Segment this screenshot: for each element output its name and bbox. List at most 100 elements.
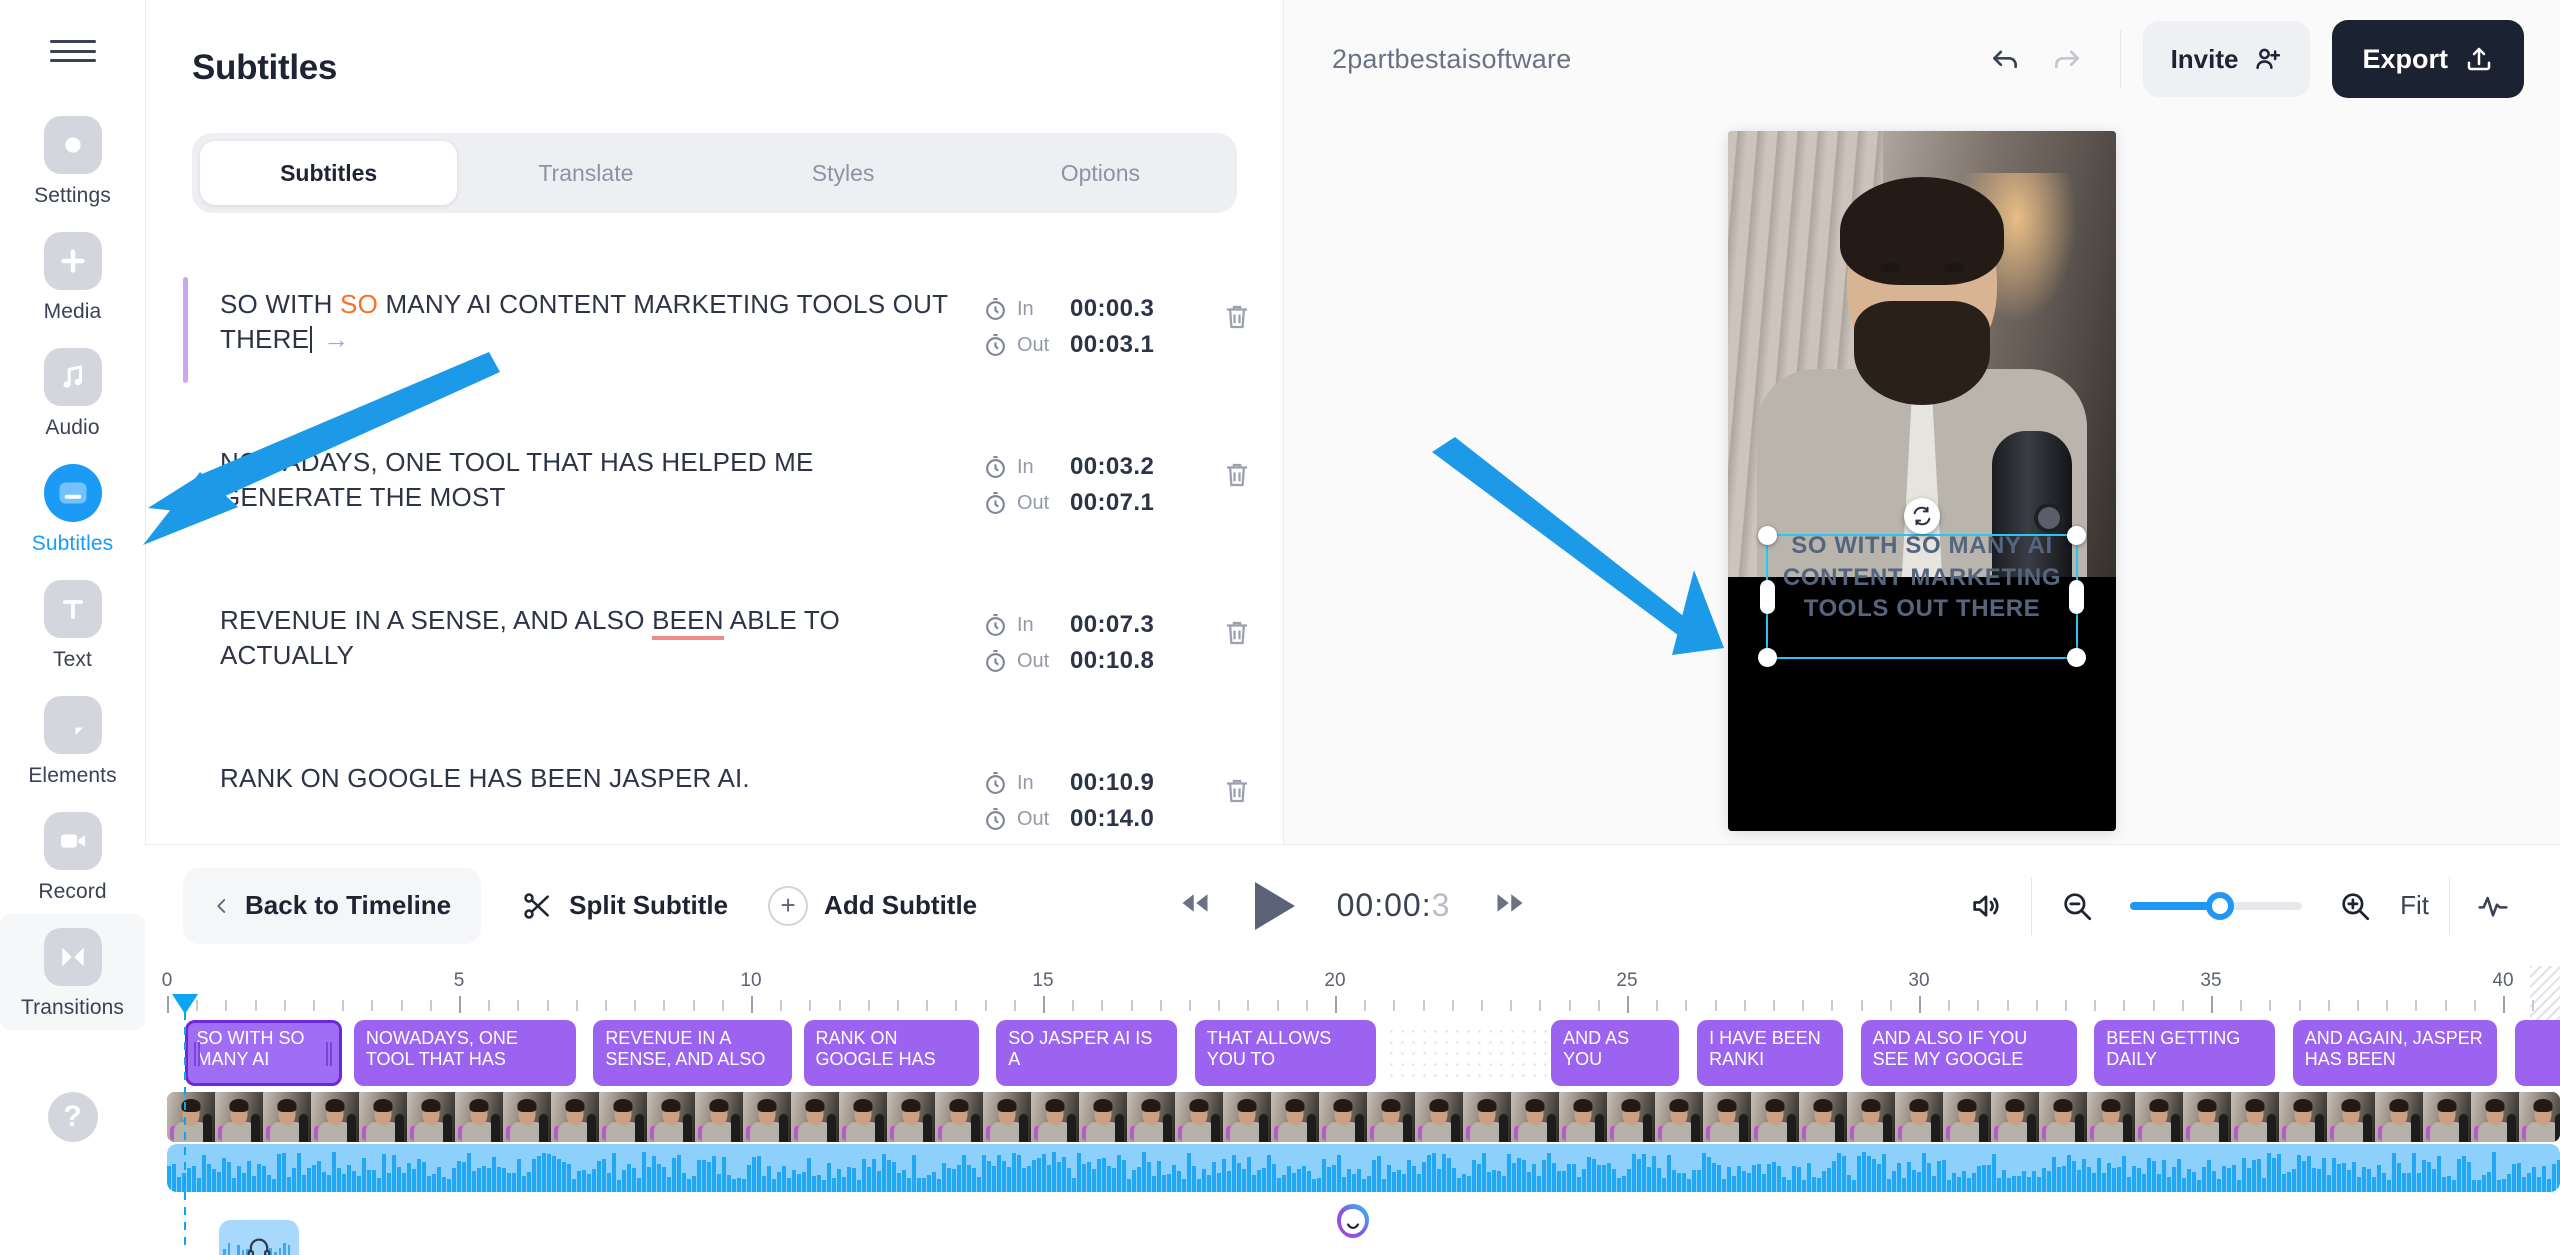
subtitle-clip[interactable]: AND AGAIN, JASPER HAS BEEN bbox=[2292, 1020, 2497, 1086]
subtitle-clip[interactable]: AND AS YOU bbox=[1551, 1020, 1680, 1086]
resize-handle-middle-right[interactable] bbox=[2069, 579, 2084, 614]
tab-translate[interactable]: Translate bbox=[457, 141, 714, 205]
timeline-ruler[interactable]: 0 5 10 15 20 25 30 35 40 bbox=[162, 966, 2560, 1020]
panel-tabs: Subtitles Translate Styles Options bbox=[192, 133, 1237, 213]
zoom-slider-knob[interactable] bbox=[2205, 891, 2234, 920]
subtitle-clip[interactable]: RANK ON GOOGLE HAS bbox=[803, 1020, 979, 1086]
waveform-bar bbox=[2327, 1175, 2331, 1192]
delete-subtitle-button[interactable] bbox=[1191, 277, 1283, 333]
video-thumbnail bbox=[791, 1092, 839, 1142]
subtitle-track[interactable]: SO WITH SO MANY AI NOWADAYS, ONE TOOL THA… bbox=[167, 1020, 2560, 1086]
resize-handle-top-left[interactable] bbox=[1758, 526, 1777, 545]
zoom-out-icon[interactable] bbox=[2046, 875, 2108, 937]
subtitle-clip[interactable]: SO JASPER AI IS A bbox=[996, 1020, 1178, 1086]
video-preview[interactable]: SO WITH SO MANY AI CONTENT MARKETING TOO… bbox=[1728, 131, 2116, 831]
time-in-value[interactable]: 00:00.3 bbox=[1070, 295, 1154, 323]
sidebar-item-text[interactable]: Text bbox=[0, 566, 145, 682]
subtitle-clip-label: AND AS YOU bbox=[1563, 1028, 1630, 1070]
rewind-icon[interactable] bbox=[1177, 888, 1213, 923]
sidebar-item-audio[interactable]: Audio bbox=[0, 334, 145, 450]
tab-styles[interactable]: Styles bbox=[715, 141, 972, 205]
timeline-end-hatch bbox=[2530, 966, 2560, 1020]
help-button[interactable]: ? bbox=[0, 1078, 145, 1152]
waveform-icon[interactable] bbox=[2462, 875, 2524, 937]
time-in-value[interactable]: 00:10.9 bbox=[1070, 769, 1154, 797]
subtitle-clip[interactable]: SO WITH SO MANY AI bbox=[184, 1020, 343, 1086]
sidebar-item-media[interactable]: Media bbox=[0, 218, 145, 334]
waveform-bar bbox=[2232, 1164, 2236, 1192]
subtitle-clip[interactable]: REVENUE IN A SENSE, AND ALSO bbox=[593, 1020, 792, 1086]
time-in-value[interactable]: 00:03.2 bbox=[1070, 453, 1154, 481]
tab-subtitles[interactable]: Subtitles bbox=[200, 141, 458, 205]
subtitle-clip[interactable]: AND ALSO IF YOU SEE MY GOOGLE bbox=[1860, 1020, 2077, 1086]
audio-track[interactable] bbox=[167, 1144, 2560, 1192]
sidebar-item-elements[interactable]: Elements bbox=[0, 682, 145, 798]
subtitle-text-editor[interactable]: RANK ON GOOGLE HAS BEEN JASPER AI. bbox=[188, 751, 983, 796]
sidebar-item-subtitles[interactable]: Subtitles bbox=[0, 450, 145, 566]
subtitle-row[interactable]: REVENUE IN A SENSE, AND ALSO BEEN ABLE T… bbox=[146, 567, 1283, 725]
resize-handle-bottom-left[interactable] bbox=[1758, 648, 1777, 667]
subtitle-text-editor[interactable]: SO WITH SO MANY AI CONTENT MARKETING TOO… bbox=[188, 277, 983, 357]
hamburger-icon[interactable] bbox=[49, 34, 96, 68]
zoom-in-icon[interactable] bbox=[2324, 875, 2386, 937]
sidebar-item-record[interactable]: Record bbox=[0, 798, 145, 914]
clip-trim-handle[interactable] bbox=[193, 1042, 201, 1066]
redo-arrow-icon[interactable] bbox=[2036, 28, 2098, 90]
waveform-bar bbox=[982, 1154, 986, 1192]
delete-subtitle-button[interactable] bbox=[1191, 593, 1283, 649]
waveform-bar bbox=[732, 1178, 736, 1192]
delete-subtitle-button[interactable] bbox=[1191, 751, 1283, 807]
waveform-bar bbox=[2212, 1171, 2216, 1192]
subtitle-clip[interactable] bbox=[2514, 1020, 2560, 1086]
subtitle-row[interactable]: SO WITH SO MANY AI CONTENT MARKETING TOO… bbox=[146, 251, 1283, 409]
subtitle-clip[interactable]: NOWADAYS, ONE TOOL THAT HAS bbox=[353, 1020, 576, 1086]
subtitle-clip[interactable]: THAT ALLOWS YOU TO bbox=[1194, 1020, 1376, 1086]
time-in-value[interactable]: 00:07.3 bbox=[1070, 611, 1154, 639]
project-name[interactable]: 2partbestaisoftware bbox=[1332, 44, 1974, 75]
music-clip[interactable] bbox=[219, 1220, 299, 1255]
video-track[interactable] bbox=[167, 1092, 2560, 1142]
video-thumbnail bbox=[1463, 1092, 1511, 1142]
subtitle-clip[interactable]: I HAVE BEEN RANKI bbox=[1697, 1020, 1843, 1086]
person-hair bbox=[1840, 177, 2004, 285]
caption-selection-box[interactable]: SO WITH SO MANY AI CONTENT MARKETING TOO… bbox=[1758, 526, 2086, 667]
fast-forward-icon[interactable] bbox=[1492, 888, 1528, 923]
video-thumbnail bbox=[1751, 1092, 1799, 1142]
waveform-bar bbox=[2207, 1159, 2211, 1192]
resize-handle-top-right[interactable] bbox=[2067, 526, 2086, 545]
play-icon[interactable] bbox=[1254, 881, 1295, 930]
tab-options[interactable]: Options bbox=[972, 141, 1229, 205]
waveform-bar bbox=[192, 1165, 196, 1192]
waveform-bar bbox=[2227, 1167, 2231, 1192]
subtitle-text-editor[interactable]: REVENUE IN A SENSE, AND ALSO BEEN ABLE T… bbox=[188, 593, 983, 673]
delete-subtitle-button[interactable] bbox=[1191, 435, 1283, 491]
sidebar-item-settings[interactable]: Settings bbox=[0, 102, 145, 218]
time-out-value[interactable]: 00:03.1 bbox=[1070, 331, 1154, 359]
time-out-value[interactable]: 00:10.8 bbox=[1070, 647, 1154, 675]
subtitle-text-editor[interactable]: NOWADAYS, ONE TOOL THAT HAS HELPED ME GE… bbox=[188, 435, 983, 515]
volume-icon[interactable] bbox=[1955, 875, 2017, 937]
waveform-bar bbox=[1982, 1165, 1986, 1192]
subtitle-row[interactable]: NOWADAYS, ONE TOOL THAT HAS HELPED ME GE… bbox=[146, 409, 1283, 567]
invite-button[interactable]: Invite bbox=[2142, 21, 2311, 97]
subtitle-clip[interactable]: BEEN GETTING DAILY bbox=[2094, 1020, 2276, 1086]
clip-trim-handle[interactable] bbox=[326, 1042, 334, 1066]
time-out-value[interactable]: 00:14.0 bbox=[1070, 805, 1154, 833]
back-to-timeline-button[interactable]: Back to Timeline bbox=[183, 867, 482, 944]
fit-button[interactable]: Fit bbox=[2400, 890, 2429, 921]
waveform-bar bbox=[1292, 1172, 1296, 1192]
add-subtitle-button[interactable]: + Add Subtitle bbox=[768, 885, 977, 926]
resize-handle-middle-left[interactable] bbox=[1760, 579, 1775, 614]
sidebar-item-transitions[interactable]: Transitions bbox=[0, 914, 145, 1030]
export-button[interactable]: Export bbox=[2332, 20, 2524, 98]
undo-arrow-icon[interactable] bbox=[1974, 28, 2036, 90]
resize-handle-bottom-right[interactable] bbox=[2067, 648, 2086, 667]
waveform-bar bbox=[812, 1176, 816, 1192]
rotate-icon[interactable] bbox=[1904, 498, 1940, 534]
clock-icon bbox=[986, 613, 1005, 636]
ruler-tick bbox=[254, 1000, 257, 1011]
zoom-slider[interactable] bbox=[2130, 891, 2303, 920]
time-out-value[interactable]: 00:07.1 bbox=[1070, 489, 1154, 517]
video-thumbnail bbox=[1655, 1092, 1703, 1142]
split-subtitle-button[interactable]: Split Subtitle bbox=[521, 890, 728, 922]
